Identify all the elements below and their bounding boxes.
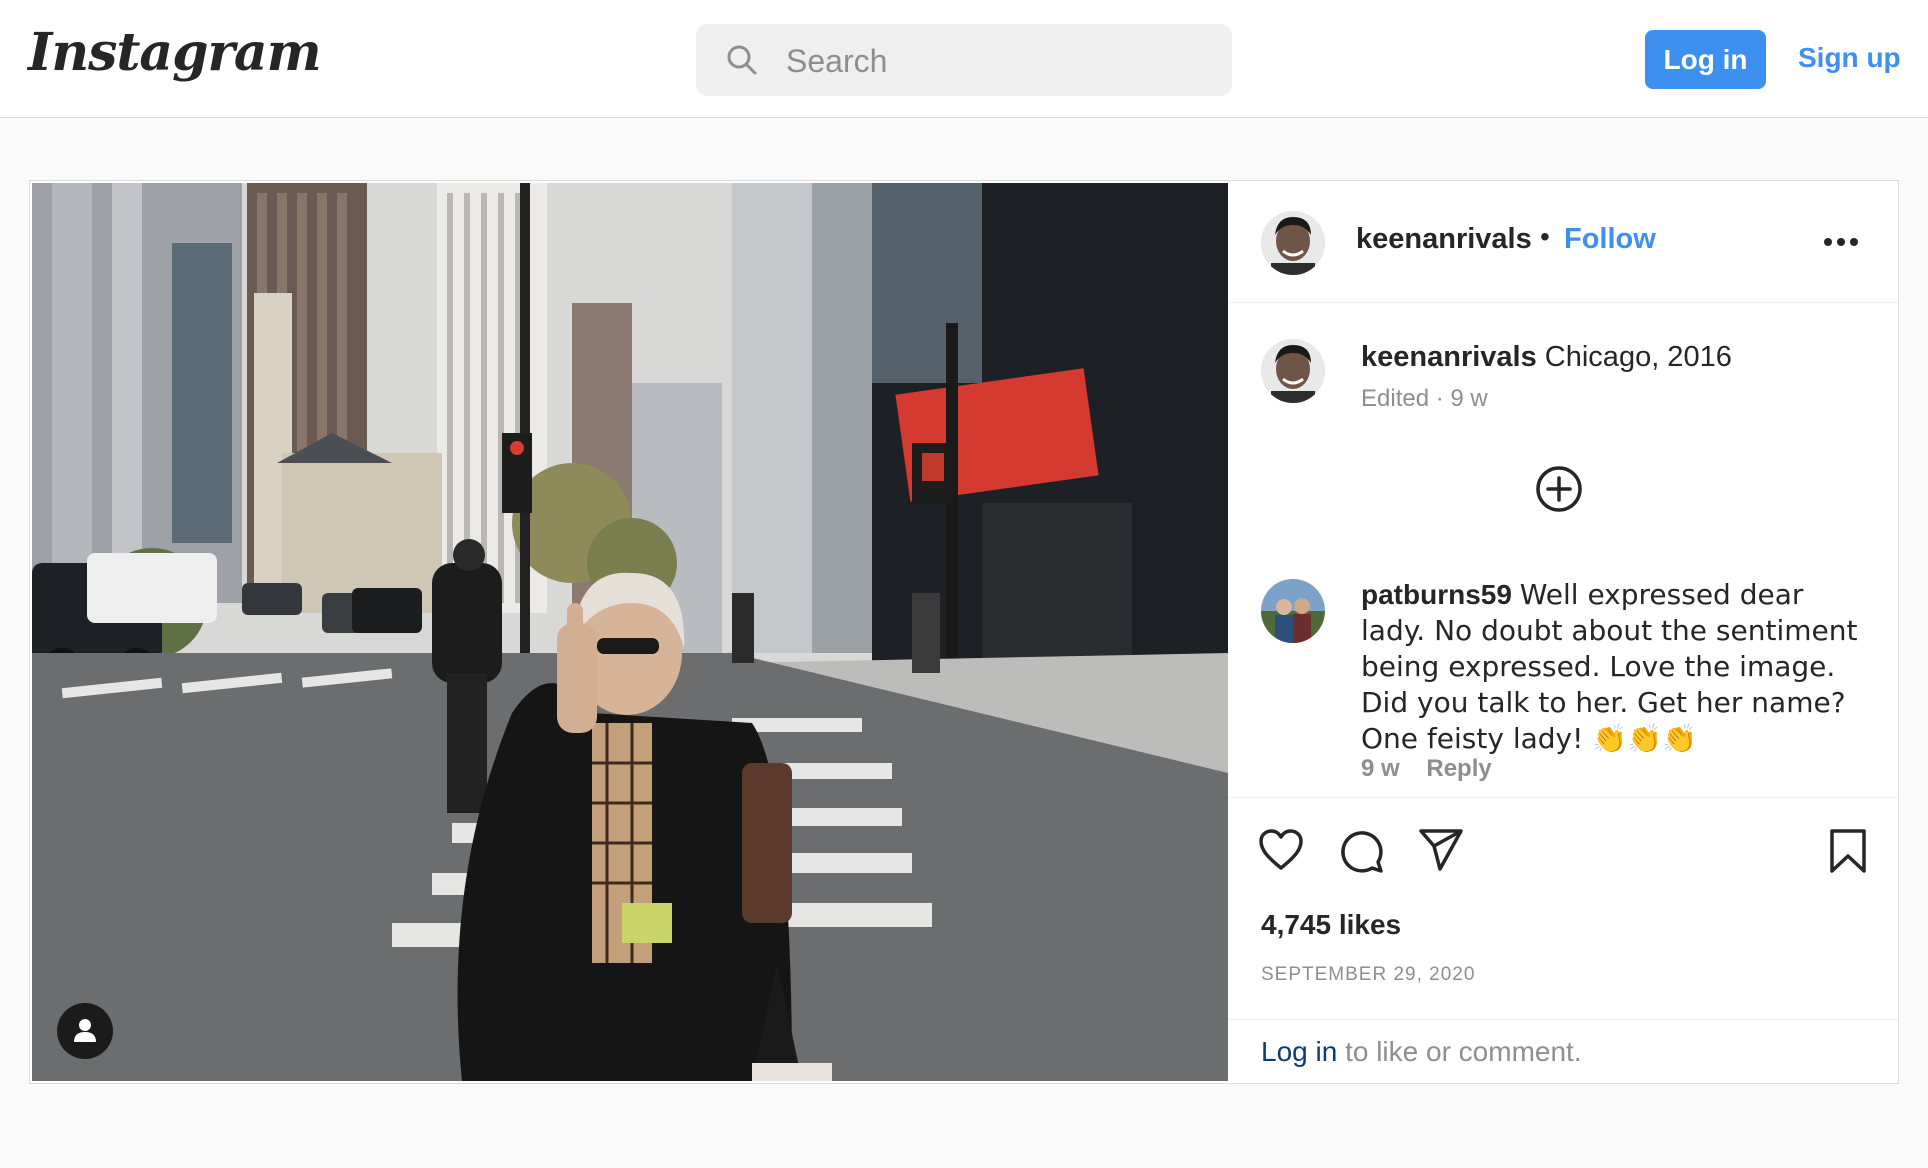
likes-count[interactable]: 4,745 likes	[1261, 909, 1401, 941]
post-side-panel: keenanrivals • Follow keenanrivals Chica…	[1228, 181, 1898, 1083]
post-header: keenanrivals • Follow	[1228, 181, 1898, 303]
follow-button[interactable]: Follow	[1564, 223, 1656, 256]
comment-meta: 9 w Reply	[1361, 755, 1512, 783]
author-avatar[interactable]	[1261, 211, 1325, 275]
bookmark-icon[interactable]	[1828, 828, 1868, 874]
login-link[interactable]: Log in	[1261, 1036, 1337, 1067]
comment-icon[interactable]	[1338, 828, 1384, 874]
commenter-avatar[interactable]	[1261, 579, 1325, 643]
search-input[interactable]	[784, 24, 1208, 98]
post-photo[interactable]	[32, 183, 1228, 1081]
more-options-icon[interactable]	[1823, 237, 1859, 247]
post-card: keenanrivals • Follow keenanrivals Chica…	[29, 180, 1899, 1084]
reply-button[interactable]: Reply	[1426, 755, 1491, 782]
comment-username[interactable]: patburns59	[1361, 579, 1512, 610]
caption-meta: Edited · 9 w	[1361, 385, 1488, 412]
login-prompt-text: to like or comment.	[1337, 1036, 1582, 1067]
search-icon	[727, 45, 757, 75]
share-icon[interactable]	[1418, 828, 1464, 872]
login-prompt: Log in to like or comment.	[1228, 1019, 1898, 1083]
heart-icon[interactable]	[1258, 828, 1304, 872]
author-username[interactable]: keenanrivals	[1356, 223, 1532, 256]
instagram-logo[interactable]: Instagram	[28, 22, 322, 83]
post-date: SEPTEMBER 29, 2020	[1261, 964, 1476, 985]
search-box[interactable]	[696, 24, 1232, 98]
user-icon	[74, 1019, 96, 1042]
top-navigation-bar: Instagram Log in Sign up	[0, 0, 1928, 118]
caption: keenanrivals Chicago, 2016	[1361, 339, 1861, 375]
signup-link[interactable]: Sign up	[1798, 42, 1901, 74]
separator-dot: •	[1540, 221, 1550, 252]
tagged-user-badge[interactable]	[57, 1003, 113, 1059]
caption-text: Chicago, 2016	[1544, 341, 1732, 373]
caption-author-avatar[interactable]	[1261, 339, 1325, 403]
comment-time: 9 w	[1361, 755, 1400, 782]
caption-username[interactable]: keenanrivals	[1361, 341, 1537, 373]
login-button[interactable]: Log in	[1645, 30, 1766, 89]
plus-circle-icon[interactable]	[1535, 465, 1583, 513]
comment: patburns59 Well expressed dear lady. No …	[1361, 577, 1866, 757]
